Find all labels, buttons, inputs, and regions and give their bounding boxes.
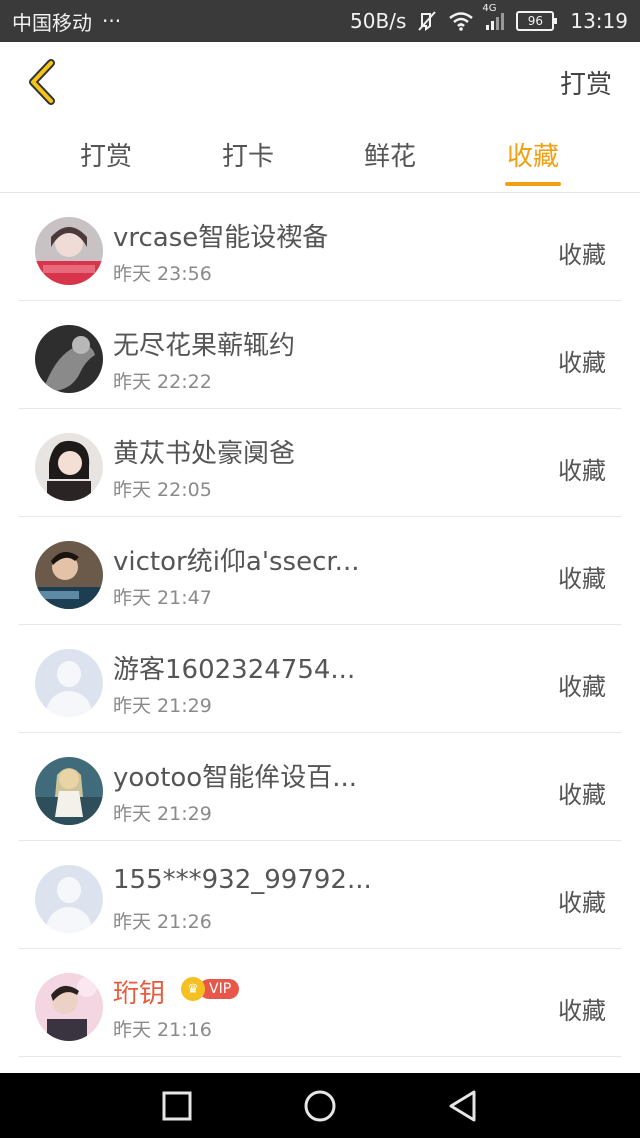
user-name: 无尽花果蕲辄约 [113,331,296,361]
list-item[interactable]: vrcase智能设褉备 昨天 23:56 收藏 [18,193,622,301]
tab-flowers[interactable]: 鲜花 [350,136,430,173]
vip-badge: ♛ VIP [181,977,240,1001]
wifi-icon [448,11,474,31]
network-type: 4G [482,3,497,14]
default-avatar-icon [35,865,103,933]
timestamp: 昨天 23:56 [113,263,212,285]
timestamp: 昨天 21:16 [113,1019,212,1041]
avatar [35,973,103,1041]
user-name: vrcase智能设褉备 [113,223,329,253]
timestamp: 昨天 22:05 [113,479,212,501]
action-label: 收藏 [558,673,606,701]
action-label: 收藏 [558,241,606,269]
home-icon[interactable] [303,1089,337,1123]
notification-dots: ··· [102,9,122,33]
user-name: yootoo智能侔设百... [113,763,358,793]
user-name: victor统i仰a'ssecr... [113,547,360,577]
action-label: 收藏 [558,457,606,485]
signal-icon: 4G [482,3,506,31]
avatar [35,541,103,609]
action-label: 收藏 [558,565,606,593]
carrier-name: 中国移动 [12,10,92,35]
list-item[interactable]: 无尽花果蕲辄约 昨天 22:22 收藏 [18,301,622,409]
status-bar: 中国移动 ··· 50B/s 4G 96 13:19 [0,0,640,42]
back-triangle-icon[interactable] [446,1089,480,1123]
action-label: 收藏 [558,997,606,1025]
active-tab-indicator [505,182,561,186]
list-item[interactable]: 155***932_99792... 昨天 21:26 收藏 [18,841,622,949]
user-name: 155***932_99792... [113,865,372,895]
avatar [35,325,103,393]
avatar [35,217,103,285]
timestamp: 昨天 21:47 [113,587,212,609]
system-nav-bar [0,1073,640,1138]
action-label: 收藏 [558,781,606,809]
favorites-list: vrcase智能设褉备 昨天 23:56 收藏 无尽花果蕲辄约 昨天 22:22… [0,193,640,1057]
timestamp: 昨天 21:29 [113,803,212,825]
list-item[interactable]: victor统i仰a'ssecr... 昨天 21:47 收藏 [18,517,622,625]
action-label: 收藏 [558,889,606,917]
top-header: 打赏 [0,42,640,122]
list-item[interactable]: 珩钥 ♛ VIP 昨天 21:16 收藏 [18,949,622,1057]
avatar [35,757,103,825]
chevron-left-icon [29,59,55,105]
user-name: 黄苁书处豪阒爸 [113,439,296,469]
tab-favorites[interactable]: 收藏 [493,136,573,173]
user-name: 珩钥 [113,979,166,1009]
default-avatar-icon [35,649,103,717]
vip-label: VIP [199,979,240,999]
timestamp: 昨天 22:22 [113,371,212,393]
tab-bar: 打赏 打卡 鲜花 收藏 [0,122,640,193]
tab-checkin[interactable]: 打卡 [208,136,288,173]
timestamp: 昨天 21:26 [113,911,212,933]
user-name: 游客1602324754... [113,655,356,685]
reward-button[interactable]: 打赏 [560,64,612,101]
clock: 13:19 [570,9,628,33]
tab-reward[interactable]: 打赏 [66,136,146,173]
crown-icon: ♛ [181,977,205,1001]
recent-apps-icon[interactable] [160,1089,194,1123]
battery-icon: 96 [516,11,558,31]
action-label: 收藏 [558,349,606,377]
list-item[interactable]: 黄苁书处豪阒爸 昨天 22:05 收藏 [18,409,622,517]
mute-icon [416,10,438,32]
back-button[interactable] [20,54,64,110]
net-speed: 50B/s [350,9,407,33]
avatar [35,433,103,501]
list-item[interactable]: yootoo智能侔设百... 昨天 21:29 收藏 [18,733,622,841]
list-item[interactable]: 游客1602324754... 昨天 21:29 收藏 [18,625,622,733]
timestamp: 昨天 21:29 [113,695,212,717]
